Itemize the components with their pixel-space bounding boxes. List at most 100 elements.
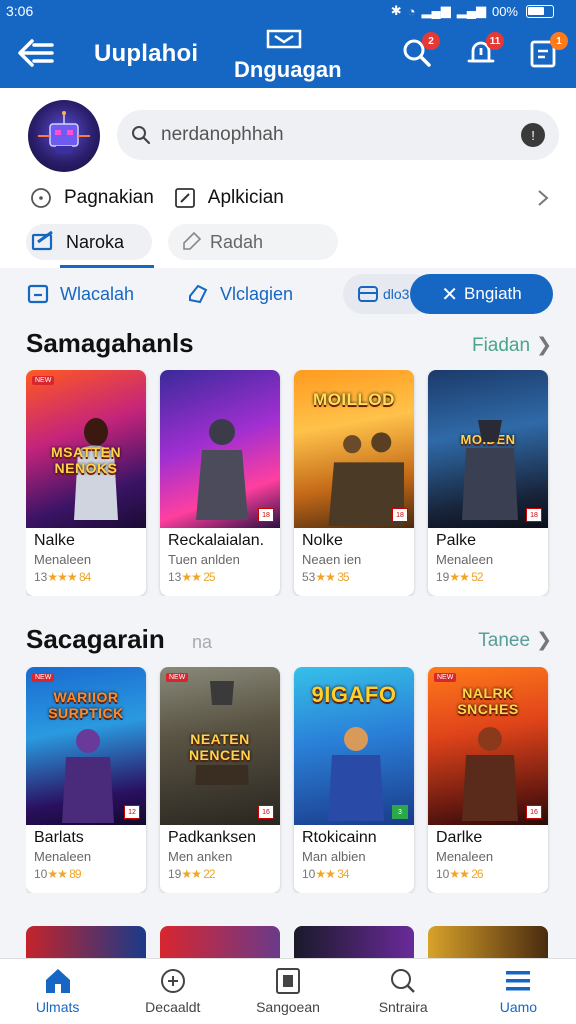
tab-pill-label: dlo3 — [383, 286, 410, 302]
game-card[interactable]: MOIDEN 18 Palke Menaleen 19★★ 52 — [428, 370, 548, 596]
bluetooth-icon: ✱ — [390, 3, 402, 18]
nav-label-apps: Sangoean — [256, 999, 320, 1015]
rating-stars: ★★ 35 — [315, 570, 349, 584]
age-rating-badge: 18 — [392, 508, 408, 522]
store-title: Dnguagan — [234, 57, 342, 82]
section-link-1[interactable]: Fiadan ❯ — [472, 334, 552, 357]
tab-label-1: Wlacalah — [60, 283, 135, 304]
tablet-icon — [27, 284, 49, 304]
tab-wlacalah[interactable]: Wlacalah — [26, 274, 134, 314]
rating-prefix: 10 — [436, 867, 450, 881]
game-card-peek[interactable] — [26, 926, 146, 958]
game-art-title: 9IGAFO — [311, 682, 397, 707]
card-icon — [358, 286, 378, 302]
game-developer: Menaleen — [34, 552, 92, 567]
game-carousel-2: NEW WARIIOR SURPTICK 12 Barlats Menaleen… — [26, 667, 576, 893]
game-card-peek[interactable] — [294, 926, 414, 958]
close-icon: ✕ — [441, 283, 459, 306]
quick-link-aplkician[interactable]: Aplkician — [174, 187, 284, 209]
clipboard-button[interactable]: 1 — [528, 32, 568, 70]
nav-menu[interactable]: Uamo — [461, 959, 576, 1024]
section-link-2[interactable]: Tanee ❯ — [478, 629, 552, 652]
rating-stars: ★★★ 84 — [47, 570, 91, 584]
game-name: Darlke — [436, 829, 483, 846]
game-card[interactable]: MOILLOD 18 Nolke Neaen ien 53★★ 35 — [294, 370, 414, 596]
back-arrow-icon[interactable] — [16, 36, 56, 70]
avatar[interactable] — [28, 100, 100, 172]
rating-stars: ★★ 52 — [449, 570, 483, 584]
game-art: MOILLOD 18 — [294, 370, 414, 528]
game-developer: Man albien — [302, 849, 366, 864]
game-name: Padkanksen — [168, 829, 257, 846]
game-developer: Menaleen — [34, 849, 92, 864]
search-badge: 2 — [422, 32, 440, 50]
rating-prefix: 53 — [302, 570, 316, 584]
nav-search[interactable]: Sntraira — [346, 959, 461, 1024]
game-card[interactable]: NEW MSATTEN NENOKS Nalke Menaleen 13★★★ … — [26, 370, 146, 596]
app-title: Uuplahoi — [94, 40, 199, 67]
section-title-2: Sacagarain na — [26, 624, 212, 655]
rating-prefix: 19 — [436, 570, 450, 584]
game-card[interactable]: NEW NALRK SNCHES 16 Darlke Menaleen 10★★… — [428, 667, 548, 893]
nav-home[interactable]: Ulmats — [0, 959, 115, 1024]
game-art-title: NALRK SNCHES — [457, 685, 519, 717]
nav-apps[interactable]: Sangoean — [230, 959, 345, 1024]
chevron-right-icon[interactable] — [536, 188, 550, 208]
game-art: 18 — [160, 370, 280, 528]
game-developer: Menaleen — [436, 552, 494, 567]
game-card-peek[interactable] — [160, 926, 280, 958]
game-art: NEW WARIIOR SURPTICK 12 — [26, 667, 146, 825]
mic-icon[interactable]: ! — [521, 123, 545, 147]
game-card[interactable]: 18 Reckalaialan. Tuen anlden 13★★ 25 — [160, 370, 280, 596]
game-card-peek[interactable] — [428, 926, 548, 958]
rating-prefix: 10 — [302, 867, 316, 881]
nav-games[interactable]: Decaaldt — [115, 959, 230, 1024]
game-art: MOIDEN 18 — [428, 370, 548, 528]
chip-radah[interactable]: Radah — [168, 224, 338, 260]
app-bar: Uuplahoi Dnguagan 2 11 1 — [0, 22, 576, 88]
chip-naroka[interactable]: Naroka — [26, 224, 152, 260]
game-developer: Neaen ien — [302, 552, 362, 567]
game-rating: 10★★ 26 — [436, 867, 484, 881]
rating-prefix: 19 — [168, 867, 182, 881]
close-filter-button[interactable]: ✕ Bngiath — [410, 274, 553, 314]
game-name: Reckalaialan. — [168, 532, 265, 549]
top-panel: nerdanophhah ! Pagnakian Aplkician Narok… — [0, 88, 576, 268]
game-card[interactable]: NEW WARIIOR SURPTICK 12 Barlats Menaleen… — [26, 667, 146, 893]
age-rating-badge: 18 — [526, 508, 542, 522]
squad-figure-icon — [328, 432, 404, 526]
clipboard-badge: 1 — [550, 32, 568, 50]
game-card[interactable]: 9IGAFO 3 Rtokicainn Man albien 10★★ 34 — [294, 667, 414, 893]
quick-link-label-2: Aplkician — [207, 187, 284, 208]
age-rating-badge: 16 — [526, 805, 542, 819]
game-name: Barlats — [34, 829, 84, 846]
chip-label-1: Naroka — [66, 231, 125, 252]
age-rating-badge: 12 — [124, 805, 140, 819]
game-tag-badge: NEW — [434, 673, 457, 682]
chip-label-2: Radah — [210, 231, 264, 252]
quick-link-pagnakian[interactable]: Pagnakian — [30, 187, 154, 209]
battery-percent: 00% — [491, 3, 518, 19]
game-card[interactable]: NEW NEATEN NENCEN 16 Padkanksen Men anke… — [160, 667, 280, 893]
search-button[interactable]: 2 — [400, 32, 440, 70]
game-rating: 19★★ 52 — [436, 570, 484, 584]
rating-stars: ★★ 22 — [181, 867, 215, 881]
age-rating-badge: 16 — [258, 805, 274, 819]
mech-figure-icon — [62, 729, 114, 823]
rating-stars: ★★ 26 — [449, 867, 483, 881]
game-name: Nolke — [302, 532, 343, 549]
rating-prefix: 13 — [34, 570, 48, 584]
search-placeholder: nerdanophhah — [161, 124, 284, 145]
robot-avatar-icon — [38, 111, 90, 154]
chevron-right-icon: ❯ — [536, 630, 552, 651]
warrior-figure-icon — [462, 420, 518, 520]
tab-vlclagien[interactable]: Vlclagien — [186, 274, 293, 314]
store-header[interactable]: Dnguagan — [234, 28, 342, 83]
tag-outline-icon — [189, 284, 208, 304]
game-developer: Tuen anlden — [168, 552, 240, 567]
section-title-1: Samagahanls — [26, 328, 194, 358]
notifications-button[interactable]: 11 — [464, 32, 504, 70]
search-field-icon — [132, 126, 151, 145]
search-input[interactable]: nerdanophhah ! — [117, 110, 559, 160]
game-rating: 19★★ 22 — [168, 867, 216, 881]
